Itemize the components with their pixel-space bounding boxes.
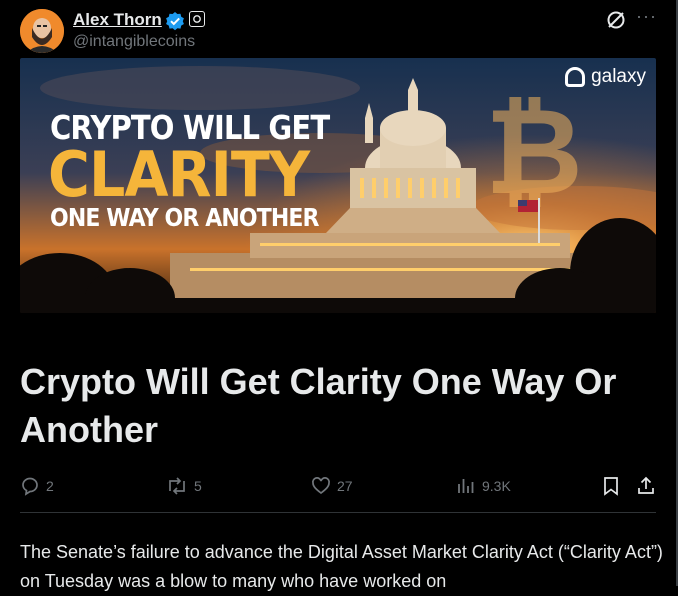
divider (20, 512, 656, 513)
galaxy-logo: galaxy (565, 66, 646, 88)
reply-count: 2 (46, 478, 54, 494)
share-icon (638, 476, 654, 494)
cover-title-line2: CLARITY (48, 138, 310, 211)
grok-icon[interactable] (605, 9, 627, 36)
galaxy-logo-text: galaxy (591, 66, 646, 87)
affiliate-badge-icon (189, 11, 205, 27)
bookmark-button[interactable] (602, 476, 620, 496)
avatar[interactable] (20, 9, 64, 53)
author-name[interactable]: Alex Thorn (73, 10, 162, 30)
views-chart-icon (458, 479, 474, 493)
avatar-portrait (20, 9, 64, 53)
like-count: 27 (337, 478, 353, 494)
view-count: 9.3K (482, 478, 511, 494)
like-button[interactable]: 27 (311, 476, 353, 496)
cover-title-line3: ONE WAY OR ANOTHER (50, 203, 319, 232)
reply-button[interactable]: 2 (20, 476, 54, 496)
action-bar: 2 5 27 9.3K (0, 472, 678, 500)
bookmark-icon (604, 477, 618, 496)
galaxy-logo-icon (565, 67, 586, 87)
article-body: The Senate’s failure to advance the Digi… (20, 542, 663, 591)
more-options-icon[interactable]: ··· (636, 6, 657, 27)
author-handle[interactable]: @intangiblecoins (73, 33, 195, 51)
article-cover-image[interactable]: ₿ CRYPTO WILL GET CLARITY ONE WAY OR ANO… (20, 58, 656, 313)
heart-icon (312, 477, 330, 495)
repost-icon (169, 477, 185, 495)
repost-button[interactable]: 5 (166, 476, 202, 496)
share-button[interactable] (636, 476, 656, 496)
views-button[interactable]: 9.3K (456, 476, 511, 496)
article-title[interactable]: Crypto Will Get Clarity One Way Or Anoth… (20, 358, 660, 454)
repost-count: 5 (194, 478, 202, 494)
reply-icon (22, 477, 38, 496)
